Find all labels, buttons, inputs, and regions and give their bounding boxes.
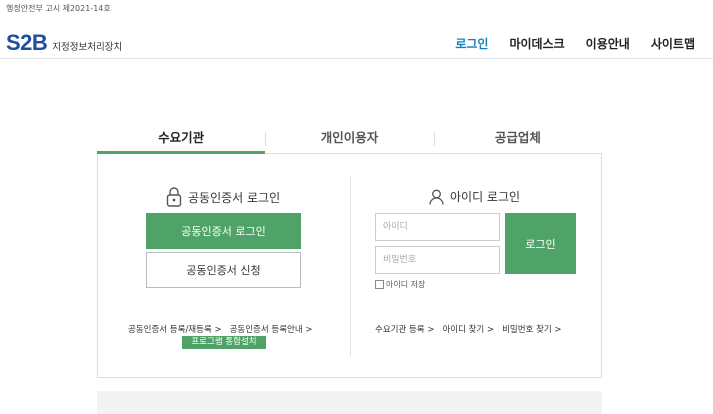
cert-links: 공동인증서 등록/재등록 > 공동인증서 등록안내 >: [128, 323, 321, 335]
nav-sitemap[interactable]: 사이트맵: [651, 35, 695, 52]
id-links: 수요기관 등록 > 아이디 찾기 > 비밀번호 찾기 >: [375, 323, 570, 335]
header-divider: [0, 58, 713, 59]
id-login-button[interactable]: 로그인: [505, 213, 576, 274]
lock-icon: [166, 187, 182, 207]
cert-login-button[interactable]: 공동인증서 로그인: [146, 213, 301, 249]
tab-supplier[interactable]: 공급업체: [433, 124, 602, 154]
cert-login-title: 공동인증서 로그인: [166, 186, 280, 208]
nav-guide[interactable]: 이용안내: [586, 35, 630, 52]
install-program-badge[interactable]: 프로그램 통합설치: [182, 336, 266, 349]
login-tabs: 수요기관 개인이용자 공급업체: [97, 124, 602, 154]
cert-apply-button[interactable]: 공동인증서 신청: [146, 252, 301, 288]
nav-mydesk[interactable]: 마이데스크: [509, 35, 564, 52]
id-login-title-text: 아이디 로그인: [450, 190, 521, 204]
id-login-title: 아이디 로그인: [429, 188, 520, 205]
checkbox-box[interactable]: [375, 280, 384, 289]
logo-subtitle: 지정정보처리장치: [52, 42, 123, 53]
save-id-label: 아이디 저장: [386, 280, 426, 289]
gov-notice: 행정안전부 고시 제2021-14호: [6, 4, 111, 13]
site-logo[interactable]: S2B 지정정보처리장치: [6, 30, 122, 56]
institution-register-link[interactable]: 수요기관 등록 >: [375, 323, 434, 335]
cert-login-title-text: 공동인증서 로그인: [188, 190, 281, 205]
password-input[interactable]: [375, 246, 500, 274]
tab-individual[interactable]: 개인이용자: [265, 124, 434, 154]
panel-divider: [350, 176, 351, 356]
find-id-link[interactable]: 아이디 찾기 >: [442, 323, 494, 335]
cert-guide-link[interactable]: 공동인증서 등록안내 >: [230, 323, 313, 335]
user-icon: [429, 189, 444, 205]
find-password-link[interactable]: 비밀번호 찾기 >: [502, 323, 561, 335]
id-input[interactable]: [375, 213, 500, 241]
bottom-banner-area: [97, 391, 602, 414]
cert-register-link[interactable]: 공동인증서 등록/재등록 >: [128, 323, 222, 335]
global-nav: 로그인 마이데스크 이용안내 사이트맵: [434, 35, 695, 52]
tab-institution[interactable]: 수요기관: [97, 124, 266, 154]
nav-login[interactable]: 로그인: [455, 35, 488, 52]
login-panel: 공동인증서 로그인 공동인증서 로그인 공동인증서 신청 공동인증서 등록/재등…: [97, 154, 602, 378]
logo-mark: S2B: [6, 30, 48, 55]
save-id-checkbox[interactable]: 아이디 저장: [375, 279, 425, 290]
